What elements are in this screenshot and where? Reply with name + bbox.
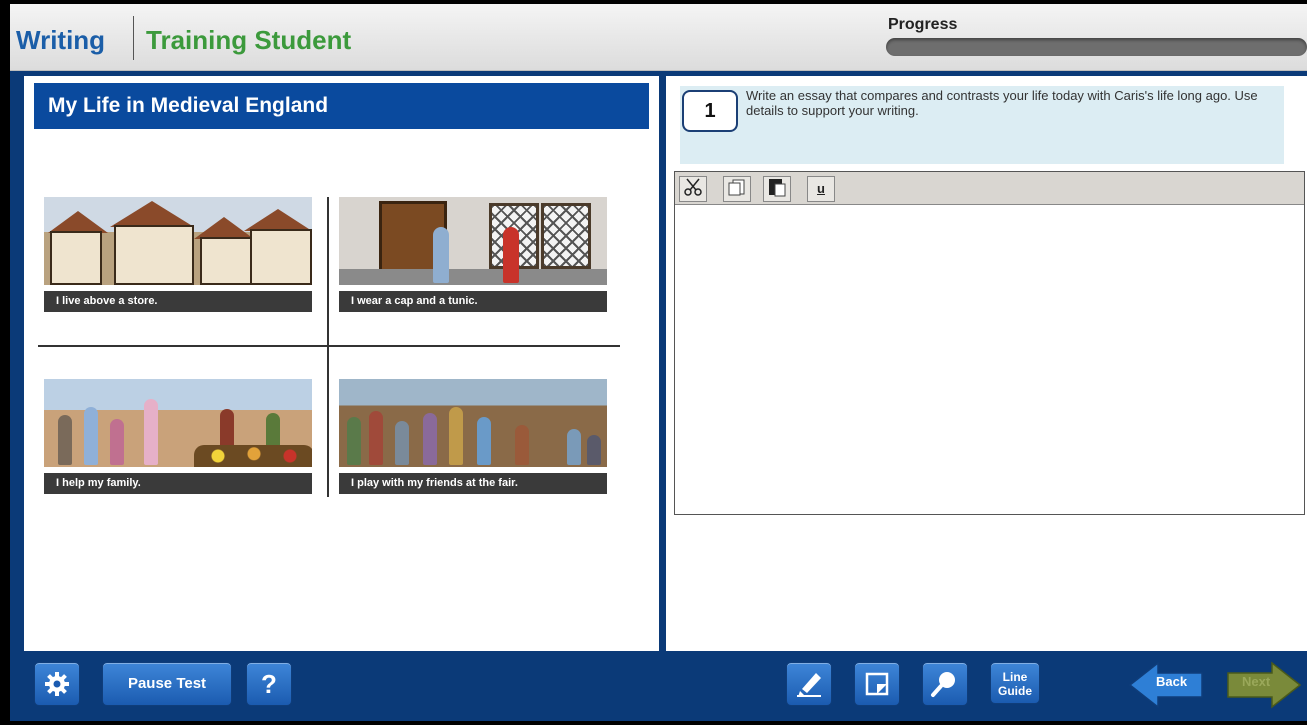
line-guide-label-line: Line <box>1002 670 1028 684</box>
picture-caption: I live above a store. <box>44 291 312 312</box>
fair-illustration <box>339 379 607 467</box>
room-illustration <box>339 197 607 285</box>
help-button[interactable]: ? <box>246 662 292 706</box>
gear-icon <box>45 672 69 696</box>
picture-caption: I play with my friends at the fair. <box>339 473 607 494</box>
back-label: Back <box>1156 674 1188 689</box>
picture-card-family: I help my family. <box>44 379 312 494</box>
question-number[interactable]: 1 <box>682 90 738 132</box>
notepad-icon <box>865 672 889 696</box>
cut-icon[interactable] <box>679 176 707 202</box>
line-guide-button[interactable]: Line Guide <box>990 662 1040 704</box>
market-illustration <box>44 379 312 467</box>
houses-illustration <box>44 197 312 285</box>
magnifier-icon <box>931 672 955 697</box>
question-prompt: 1 Write an essay that compares and contr… <box>680 86 1284 164</box>
passage-panel: My Life in Medieval England I live above… <box>24 76 659 651</box>
copy-icon[interactable] <box>723 176 751 202</box>
app-frame: Writing Training Student Progress My Lif… <box>10 4 1307 721</box>
picture-caption: I wear a cap and a tunic. <box>339 291 607 312</box>
header-divider <box>133 16 134 60</box>
subject-title: Writing <box>16 25 106 55</box>
picture-card-clothes: I wear a cap and a tunic. <box>339 197 607 312</box>
student-name: Training Student <box>146 25 352 55</box>
highlighter-icon <box>797 673 821 697</box>
picture-card-store: I live above a store. <box>44 197 312 312</box>
passage-title: My Life in Medieval England <box>34 83 649 129</box>
progress-bar <box>886 38 1307 56</box>
next-label: Next <box>1242 674 1271 689</box>
picture-caption: I help my family. <box>44 473 312 494</box>
pause-test-button[interactable]: Pause Test <box>102 662 232 706</box>
header: Writing Training Student Progress <box>10 4 1307 71</box>
underline-icon[interactable]: u <box>807 176 835 202</box>
question-panel: 1 Write an essay that compares and contr… <box>666 76 1307 651</box>
highlighter-button[interactable] <box>786 662 832 706</box>
response-textarea[interactable] <box>675 205 1304 511</box>
picture-card-fair: I play with my friends at the fair. <box>339 379 607 494</box>
question-text: Write an essay that compares and contras… <box>746 88 1258 118</box>
magnifier-button[interactable] <box>922 662 968 706</box>
grid-divider-horizontal <box>38 345 620 347</box>
response-editor: u <box>674 171 1305 515</box>
settings-button[interactable] <box>34 662 80 706</box>
notepad-button[interactable] <box>854 662 900 706</box>
paste-icon[interactable] <box>763 176 791 202</box>
line-guide-label-guide: Guide <box>997 684 1032 698</box>
progress-label: Progress <box>888 16 958 33</box>
grid-divider-vertical <box>327 197 329 497</box>
editor-toolbar: u <box>675 172 1304 205</box>
